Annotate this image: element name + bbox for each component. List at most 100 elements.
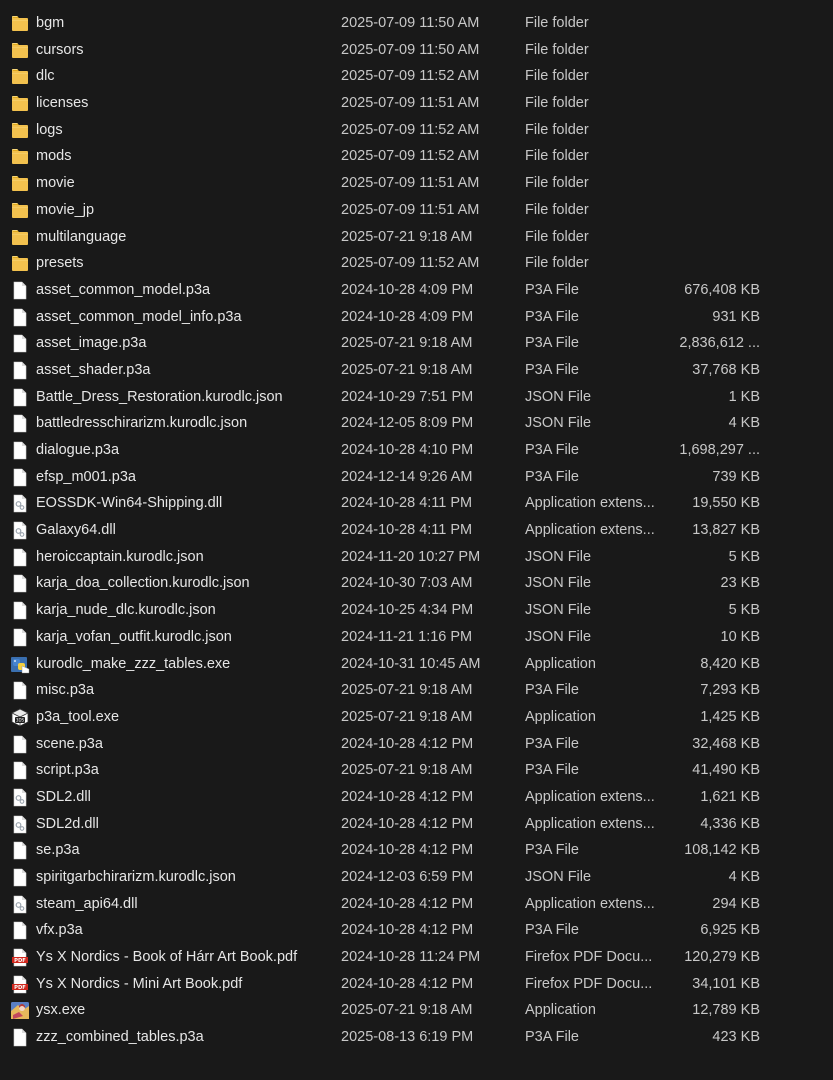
file-row[interactable]: vfx.p3a 2024-10-28 4:12 PM P3A File 6,92… [0,917,833,944]
file-row[interactable]: presets 2025-07-09 11:52 AM File folder [0,250,833,277]
file-type: Application extens... [525,815,655,832]
dll-icon [10,521,30,540]
file-type: P3A File [525,762,579,779]
file-date-modified: 2025-07-09 11:52 AM [341,255,480,272]
dll-icon [10,788,30,807]
file-type: Application [525,708,596,725]
file-row[interactable]: asset_common_model.p3a 2024-10-28 4:09 P… [0,277,833,304]
file-name: Ys X Nordics - Mini Art Book.pdf [36,975,243,992]
file-name: dlc [36,68,55,85]
file-name: SDL2d.dll [36,815,99,832]
file-row[interactable]: script.p3a 2025-07-21 9:18 AM P3A File 4… [0,757,833,784]
file-name: logs [36,121,63,138]
file-name: p3a_tool.exe [36,708,120,725]
file-type: Firefox PDF Docu... [525,949,653,966]
file-row[interactable]: movie_jp 2025-07-09 11:51 AM File folder [0,197,833,224]
file-row[interactable]: EOSSDK-Win64-Shipping.dll 2024-10-28 4:1… [0,490,833,517]
file-size: 19,550 KB [692,495,760,512]
file-icon [10,548,30,567]
file-row[interactable]: misc.p3a 2025-07-21 9:18 AM P3A File 7,2… [0,677,833,704]
file-date-modified: 2025-07-21 9:18 AM [341,361,473,378]
file-row[interactable]: Battle_Dress_Restoration.kurodlc.json 20… [0,384,833,411]
file-row[interactable]: mods 2025-07-09 11:52 AM File folder [0,143,833,170]
file-type: P3A File [525,468,579,485]
file-date-modified: 2024-10-28 4:11 PM [341,522,473,539]
file-name: asset_common_model_info.p3a [36,308,242,325]
file-name: Galaxy64.dll [36,522,116,539]
file-type: P3A File [525,361,579,378]
file-size: 5 KB [728,602,760,619]
file-size: 120,279 KB [684,949,760,966]
pdf-icon: PDF [10,948,30,967]
file-row[interactable]: zzz_combined_tables.p3a 2025-08-13 6:19 … [0,1024,833,1051]
file-row[interactable]: karja_doa_collection.kurodlc.json 2024-1… [0,570,833,597]
file-type: P3A File [525,842,579,859]
file-row[interactable]: cursors 2025-07-09 11:50 AM File folder [0,37,833,64]
file-row[interactable]: SDL2.dll 2024-10-28 4:12 PM Application … [0,784,833,811]
file-type: File folder [525,41,589,58]
file-size: 23 KB [720,575,761,592]
file-row[interactable]: SDL2d.dll 2024-10-28 4:12 PM Application… [0,811,833,838]
file-icon [10,761,30,780]
folder-icon [10,94,30,113]
file-name: ysx.exe [36,1002,86,1019]
file-name: Battle_Dress_Restoration.kurodlc.json [36,388,283,405]
file-icon [10,281,30,300]
file-row[interactable]: ysx.exe 2025-07-21 9:18 AM Application 1… [0,997,833,1024]
file-name: karja_doa_collection.kurodlc.json [36,575,250,592]
file-row[interactable]: PDF Ys X Nordics - Mini Art Book.pdf 202… [0,971,833,998]
file-icon [10,361,30,380]
file-row[interactable]: efsp_m001.p3a 2024-12-14 9:26 AM P3A Fil… [0,464,833,491]
file-icon [10,601,30,620]
file-size: 1,425 KB [700,708,760,725]
file-row[interactable]: asset_image.p3a 2025-07-21 9:18 AM P3A F… [0,330,833,357]
file-date-modified: 2025-07-21 9:18 AM [341,228,473,245]
file-row[interactable]: dlc 2025-07-09 11:52 AM File folder [0,63,833,90]
file-icon [10,921,30,940]
file-row[interactable]: multilanguage 2025-07-21 9:18 AM File fo… [0,224,833,251]
file-type: File folder [525,68,589,85]
file-size: 294 KB [712,895,760,912]
file-row[interactable]: steam_api64.dll 2024-10-28 4:12 PM Appli… [0,891,833,918]
file-size: 423 KB [712,1029,760,1046]
file-row[interactable]: bgm 2025-07-09 11:50 AM File folder [0,10,833,37]
file-icon [10,334,30,353]
file-type: P3A File [525,1029,579,1046]
file-size: 4 KB [728,869,760,885]
folder-icon [10,41,30,60]
file-icon [10,735,30,754]
file-row[interactable]: licenses 2025-07-09 11:51 AM File folder [0,90,833,117]
file-row[interactable]: kurodlc_make_zzz_tables.exe 2024-10-31 1… [0,651,833,678]
file-row[interactable]: heroiccaptain.kurodlc.json 2024-11-20 10… [0,544,833,571]
file-date-modified: 2025-07-21 9:18 AM [341,1002,473,1019]
file-size: 931 KB [712,308,760,325]
pdf-icon: PDF [10,975,30,994]
file-row[interactable]: 3DS p3a_tool.exe 2025-07-21 9:18 AM Appl… [0,704,833,731]
file-row[interactable]: se.p3a 2024-10-28 4:12 PM P3A File 108,1… [0,837,833,864]
file-row[interactable]: PDF Ys X Nordics - Book of Hárr Art Book… [0,944,833,971]
file-row[interactable]: logs 2025-07-09 11:52 AM File folder [0,117,833,144]
file-row[interactable]: asset_common_model_info.p3a 2024-10-28 4… [0,304,833,331]
file-row[interactable]: movie 2025-07-09 11:51 AM File folder [0,170,833,197]
file-row[interactable]: asset_shader.p3a 2025-07-21 9:18 AM P3A … [0,357,833,384]
file-type: File folder [525,201,589,218]
file-row[interactable]: Galaxy64.dll 2024-10-28 4:11 PM Applicat… [0,517,833,544]
file-icon [10,1028,30,1047]
file-icon [10,414,30,433]
file-row[interactable]: battledresschirarizm.kurodlc.json 2024-1… [0,410,833,437]
file-row[interactable]: scene.p3a 2024-10-28 4:12 PM P3A File 32… [0,731,833,758]
file-type: JSON File [525,388,592,405]
file-row[interactable]: karja_nude_dlc.kurodlc.json 2024-10-25 4… [0,597,833,624]
file-size: 41,490 KB [692,762,760,779]
file-row[interactable]: spiritgarbchirarizm.kurodlc.json 2024-12… [0,864,833,891]
file-row[interactable]: dialogue.p3a 2024-10-28 4:10 PM P3A File… [0,437,833,464]
file-type: File folder [525,228,589,245]
file-name: SDL2.dll [36,788,91,805]
file-date-modified: 2024-11-21 1:16 PM [341,628,473,645]
file-name: multilanguage [36,228,127,245]
file-date-modified: 2024-10-28 4:12 PM [341,735,474,752]
file-type: Application extens... [525,522,655,539]
file-type: JSON File [525,575,592,592]
file-date-modified: 2025-07-09 11:50 AM [341,41,480,58]
file-row[interactable]: karja_vofan_outfit.kurodlc.json 2024-11-… [0,624,833,651]
